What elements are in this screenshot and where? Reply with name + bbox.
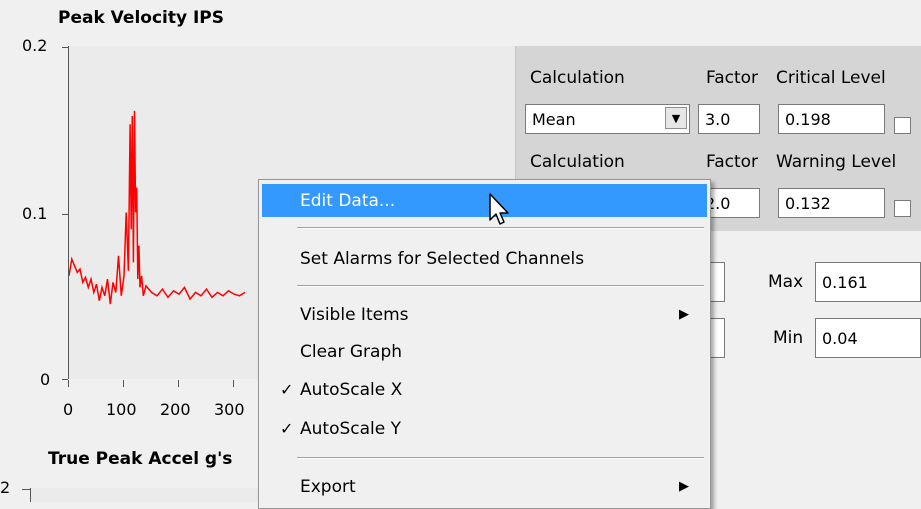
y-tick-label: 2: [0, 478, 11, 497]
menu-item-label: Set Alarms for Selected Channels: [300, 248, 585, 269]
menu-item-edit-data[interactable]: Edit Data...: [262, 184, 707, 217]
x-tick-mark: [178, 380, 179, 387]
max-value-field[interactable]: 0.161: [815, 262, 921, 302]
menu-item-label: Edit Data...: [300, 190, 396, 211]
y-tick-mark: [62, 214, 68, 215]
graph-title: Peak Velocity IPS: [58, 8, 225, 28]
critical-enable-checkbox[interactable]: [894, 117, 911, 134]
factor-label: Factor: [706, 152, 759, 172]
y-tick-mark: [22, 489, 30, 490]
menu-item-autoscale-x[interactable]: ✓ AutoScale X: [262, 373, 707, 406]
warning-level-label: Warning Level: [776, 152, 897, 172]
menu-item-autoscale-y[interactable]: ✓ AutoScale Y: [262, 412, 707, 445]
x-tick-mark: [68, 380, 69, 387]
critical-level-input[interactable]: 0.198: [778, 104, 885, 134]
x-tick-label: 300: [214, 400, 245, 419]
velocity-series-line: [69, 110, 246, 305]
x-tick-label: 0: [63, 400, 74, 419]
x-tick-mark: [233, 380, 234, 387]
y-tick-label: 0.1: [22, 204, 48, 223]
factor-label: Factor: [706, 68, 759, 88]
menu-item-set-alarms[interactable]: Set Alarms for Selected Channels: [262, 242, 707, 275]
critical-calculation-dropdown[interactable]: Mean ▼: [525, 104, 690, 134]
menu-item-label: Visible Items: [300, 304, 409, 325]
menu-separator: [297, 285, 704, 287]
menu-item-export[interactable]: Export ▶: [262, 470, 707, 503]
submenu-arrow-icon: ▶: [679, 479, 689, 494]
mouse-cursor-icon: [489, 193, 509, 225]
critical-factor-input[interactable]: 3.0: [698, 104, 760, 134]
submenu-arrow-icon: ▶: [679, 307, 689, 322]
menu-item-clear-graph[interactable]: Clear Graph: [262, 335, 707, 368]
min-label: Min: [773, 328, 804, 348]
critical-level-label: Critical Level: [776, 68, 886, 88]
warning-enable-checkbox[interactable]: [894, 200, 911, 217]
min-value-field[interactable]: 0.04: [815, 318, 921, 358]
y-tick-label: 0: [40, 370, 51, 389]
max-label: Max: [768, 272, 804, 292]
checkmark-icon: ✓: [280, 419, 294, 438]
calculation-label: Calculation: [530, 152, 625, 172]
x-tick-label: 200: [160, 400, 191, 419]
calculation-value: Mean: [532, 109, 576, 129]
menu-item-label: Export: [300, 476, 356, 497]
warning-level-input[interactable]: 0.132: [778, 188, 885, 218]
menu-separator: [297, 457, 704, 459]
menu-item-visible-items[interactable]: Visible Items ▶: [262, 298, 707, 331]
dropdown-arrow-icon[interactable]: ▼: [665, 107, 687, 129]
x-tick-label: 100: [106, 400, 137, 419]
menu-item-label: AutoScale X: [300, 379, 403, 400]
checkmark-icon: ✓: [280, 380, 294, 399]
calculation-label: Calculation: [530, 68, 625, 88]
y-tick-label: 0.2: [22, 36, 48, 55]
menu-item-label: Clear Graph: [300, 341, 403, 362]
graph2-title: True Peak Accel g's: [48, 449, 233, 469]
x-tick-mark: [123, 380, 124, 387]
y-tick-mark: [62, 47, 68, 48]
menu-item-label: AutoScale Y: [300, 418, 401, 439]
context-menu: Edit Data... Set Alarms for Selected Cha…: [258, 179, 711, 509]
